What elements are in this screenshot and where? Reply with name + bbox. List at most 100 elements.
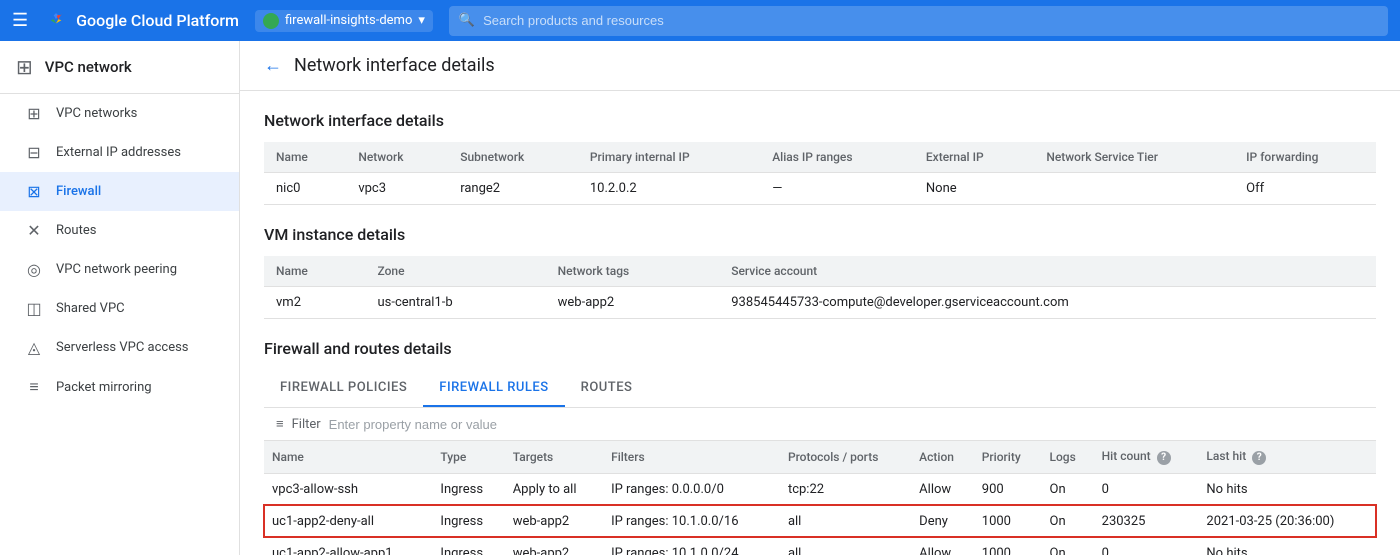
topbar: ☰ Google Cloud Platform firewall-insight… <box>0 0 1400 41</box>
filter-icon: ≡ <box>276 416 284 432</box>
sidebar-item-packet-mirroring[interactable]: ≡ Packet mirroring <box>0 367 239 407</box>
back-button[interactable]: ← <box>264 55 282 76</box>
fw-priority: 900 <box>974 473 1042 505</box>
tab-firewall-rules[interactable]: FIREWALL RULES <box>423 370 564 407</box>
fw-action: Allow <box>911 473 974 505</box>
col-network: Network <box>346 142 448 173</box>
vm-name: vm2 <box>264 287 365 319</box>
tab-routes[interactable]: ROUTES <box>565 370 649 407</box>
search-bar[interactable]: 🔍 <box>449 6 1388 36</box>
fw-hitcount: 0 <box>1094 473 1199 505</box>
sidebar-label-routes: Routes <box>56 223 96 238</box>
fw-filters: IP ranges: 10.1.0.0/24 <box>603 537 780 555</box>
serverless-vpc-icon: ◬ <box>24 338 44 357</box>
gcp-logo-icon <box>44 9 68 33</box>
sidebar-label-external-ip: External IP addresses <box>56 145 181 160</box>
sidebar-item-shared-vpc[interactable]: ◫ Shared VPC <box>0 289 239 328</box>
nic-ip-forwarding: Off <box>1234 173 1376 205</box>
hitcount-help-icon[interactable]: ? <box>1157 451 1171 465</box>
firewall-rule-row: vpc3-allow-sshIngressApply to allIP rang… <box>264 473 1376 505</box>
vm-header-row: Name Zone Network tags Service account <box>264 256 1376 287</box>
fw-col-protocols: Protocols / ports <box>780 441 911 473</box>
firewall-routes-title: Firewall and routes details <box>264 339 1376 358</box>
network-interface-row: nic0 vpc3 range2 10.2.0.2 — None Off <box>264 173 1376 205</box>
fw-targets: Apply to all <box>505 473 603 505</box>
external-ip-icon: ⊟ <box>24 143 44 162</box>
col-primary-ip: Primary internal IP <box>578 142 760 173</box>
fw-name: uc1-app2-deny-all <box>264 505 432 537</box>
sidebar-label-vpc-peering: VPC network peering <box>56 262 177 277</box>
fw-lasthit: No hits <box>1198 473 1376 505</box>
fw-col-action: Action <box>911 441 974 473</box>
vpc-header-icon: ⊞ <box>16 55 33 79</box>
fw-targets: web-app2 <box>505 537 603 555</box>
tab-firewall-policies[interactable]: FIREWALL POLICIES <box>264 370 423 407</box>
sidebar-item-vpc-networks[interactable]: ⊞ VPC networks <box>0 94 239 133</box>
project-selector[interactable]: firewall-insights-demo ▾ <box>255 10 433 32</box>
search-icon: 🔍 <box>459 13 475 28</box>
network-interface-title: Network interface details <box>264 111 1376 130</box>
vm-col-network-tags: Network tags <box>546 256 720 287</box>
col-ip-forwarding: IP forwarding <box>1234 142 1376 173</box>
fw-protocols: all <box>780 505 911 537</box>
fw-filters: IP ranges: 0.0.0.0/0 <box>603 473 780 505</box>
sidebar-item-serverless-vpc[interactable]: ◬ Serverless VPC access <box>0 328 239 367</box>
vm-service-account: 938545445733-compute@developer.gservicea… <box>719 287 1376 319</box>
sidebar: ⊞ VPC network ⊞ VPC networks ⊟ External … <box>0 41 240 555</box>
fw-hitcount: 0 <box>1094 537 1199 555</box>
fw-col-targets: Targets <box>505 441 603 473</box>
firewall-rule-row: uc1-app2-deny-allIngressweb-app2IP range… <box>264 505 1376 537</box>
network-interface-table: Name Network Subnetwork Primary internal… <box>264 142 1376 205</box>
vm-zone: us-central1-b <box>365 287 545 319</box>
sidebar-title: VPC network <box>45 58 132 76</box>
search-input[interactable] <box>483 13 1378 28</box>
vm-instance-table: Name Zone Network tags Service account v… <box>264 256 1376 319</box>
sidebar-item-vpc-peering[interactable]: ◎ VPC network peering <box>0 250 239 289</box>
hamburger-icon[interactable]: ☰ <box>12 10 28 31</box>
sidebar-item-routes[interactable]: ✕ Routes <box>0 211 239 250</box>
app-logo: Google Cloud Platform <box>44 9 239 33</box>
nic-primary-ip: 10.2.0.2 <box>578 173 760 205</box>
fw-col-priority: Priority <box>974 441 1042 473</box>
sidebar-label-serverless-vpc: Serverless VPC access <box>56 340 189 355</box>
fw-col-filters: Filters <box>603 441 780 473</box>
nic-name: nic0 <box>264 173 346 205</box>
lasthit-help-icon[interactable]: ? <box>1252 451 1266 465</box>
network-interface-header-row: Name Network Subnetwork Primary internal… <box>264 142 1376 173</box>
main-layout: ⊞ VPC network ⊞ VPC networks ⊟ External … <box>0 41 1400 555</box>
col-alias-ip: Alias IP ranges <box>760 142 914 173</box>
nic-network: vpc3 <box>346 173 448 205</box>
col-network-service-tier: Network Service Tier <box>1034 142 1234 173</box>
fw-logs: On <box>1042 537 1094 555</box>
packet-mirroring-icon: ≡ <box>24 377 44 397</box>
col-external-ip: External IP <box>914 142 1034 173</box>
routes-icon: ✕ <box>24 221 44 240</box>
network-interface-section: Network interface details Name Network S… <box>264 111 1376 205</box>
firewall-routes-section: Firewall and routes details FIREWALL POL… <box>264 339 1376 555</box>
col-name: Name <box>264 142 346 173</box>
firewall-header-row: Name Type Targets Filters Protocols / po… <box>264 441 1376 473</box>
col-subnetwork: Subnetwork <box>448 142 578 173</box>
fw-type: Ingress <box>432 473 504 505</box>
fw-action: Allow <box>911 537 974 555</box>
fw-logs: On <box>1042 473 1094 505</box>
fw-targets: web-app2 <box>505 505 603 537</box>
vm-instance-title: VM instance details <box>264 225 1376 244</box>
fw-name: vpc3-allow-ssh <box>264 473 432 505</box>
filter-input[interactable] <box>329 417 1364 432</box>
fw-lasthit: No hits <box>1198 537 1376 555</box>
fw-col-hitcount: Hit count ? <box>1094 441 1199 473</box>
fw-priority: 1000 <box>974 505 1042 537</box>
firewall-tabs: FIREWALL POLICIES FIREWALL RULES ROUTES <box>264 370 1376 408</box>
fw-col-logs: Logs <box>1042 441 1094 473</box>
firewall-icon: ⊠ <box>24 182 44 201</box>
fw-col-type: Type <box>432 441 504 473</box>
dropdown-icon: ▾ <box>418 13 425 28</box>
sidebar-item-firewall[interactable]: ⊠ Firewall <box>0 172 239 211</box>
sidebar-label-shared-vpc: Shared VPC <box>56 301 125 316</box>
sidebar-item-external-ip[interactable]: ⊟ External IP addresses <box>0 133 239 172</box>
firewall-rule-row: uc1-app2-allow-app1Ingressweb-app2IP ran… <box>264 537 1376 555</box>
vm-col-service-account: Service account <box>719 256 1376 287</box>
fw-name: uc1-app2-allow-app1 <box>264 537 432 555</box>
sidebar-label-packet-mirroring: Packet mirroring <box>56 380 152 395</box>
